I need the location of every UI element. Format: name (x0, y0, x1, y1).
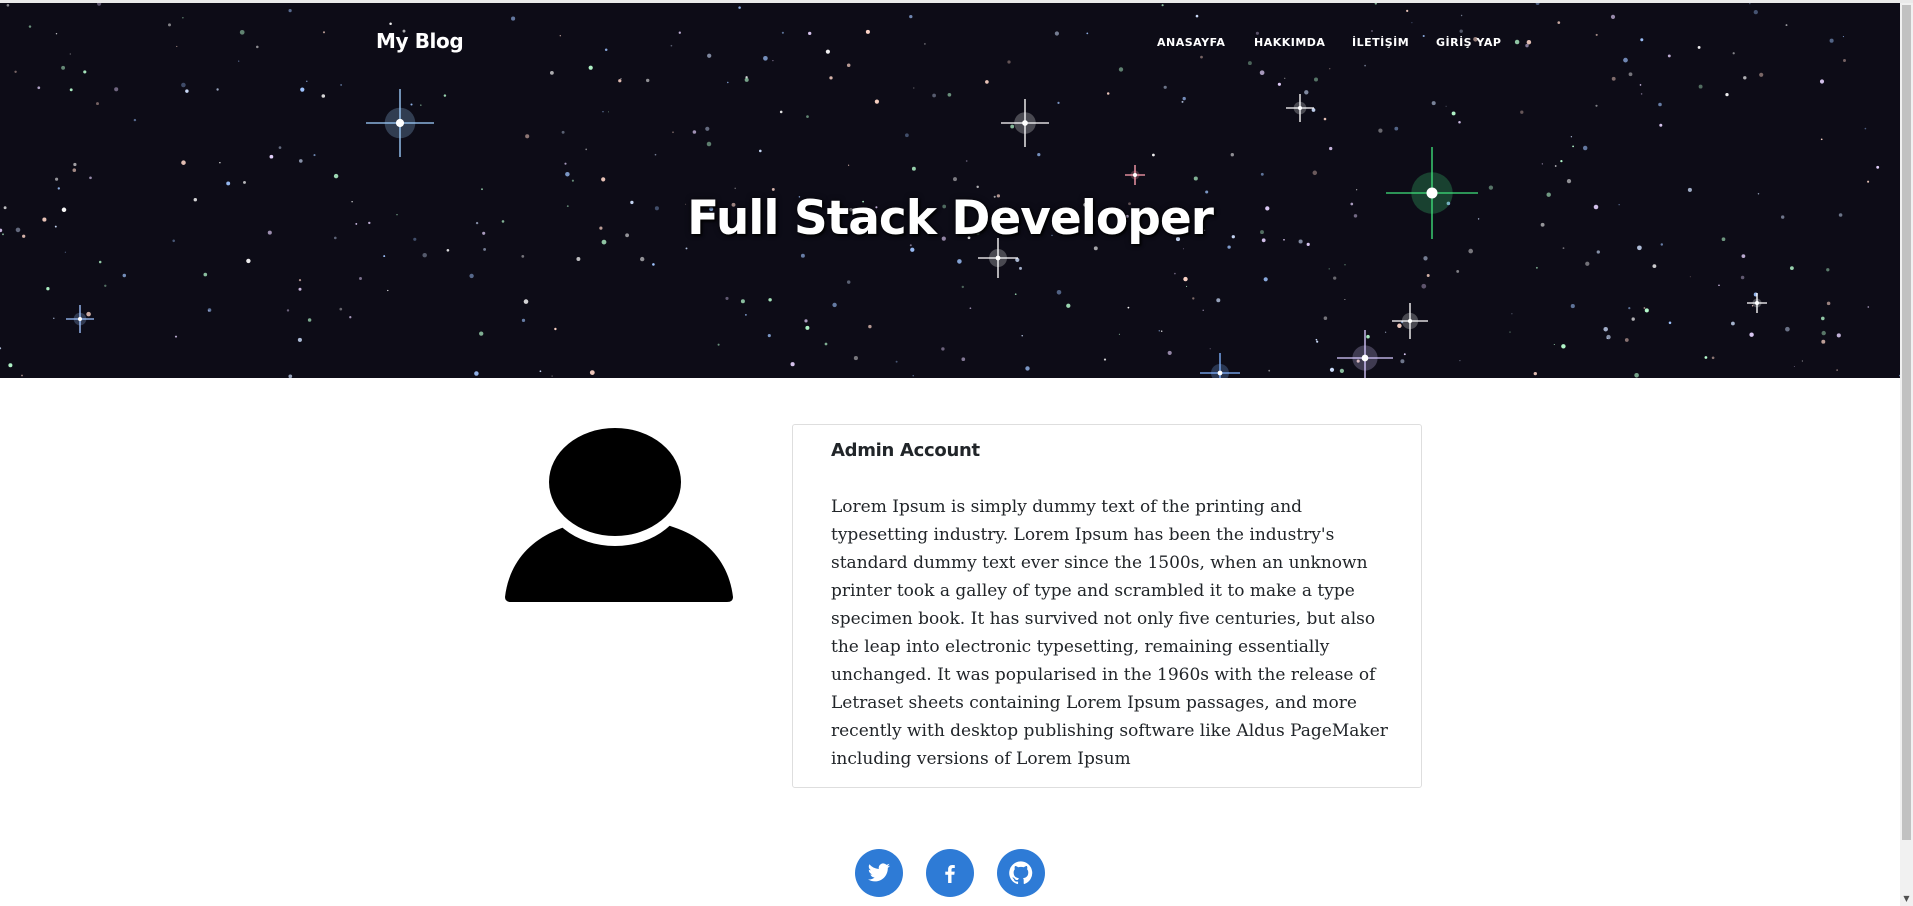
twitter-icon (868, 863, 890, 882)
brand-link[interactable]: My Blog (376, 29, 464, 53)
scrollbar-thumb[interactable] (1902, 5, 1911, 840)
github-button[interactable] (997, 849, 1045, 897)
vertical-scrollbar[interactable]: ▼ (1900, 3, 1913, 906)
nav-link-anasayfa[interactable]: ANASAYFA (1157, 36, 1225, 49)
hero-header: My Blog ANASAYFA HAKKIMDA İLETİŞİM GİRİŞ… (0, 3, 1900, 378)
hero-title: Full Stack Developer (687, 191, 1214, 246)
navbar: My Blog ANASAYFA HAKKIMDA İLETİŞİM GİRİŞ… (0, 3, 1900, 83)
page: My Blog ANASAYFA HAKKIMDA İLETİŞİM GİRİŞ… (0, 0, 1900, 906)
nav-link-giris-yap[interactable]: GİRİŞ YAP (1436, 36, 1501, 49)
card-text: Lorem Ipsum is simply dummy text of the … (831, 497, 1388, 769)
github-icon (1009, 861, 1033, 885)
facebook-button[interactable] (926, 849, 974, 897)
facebook-icon (945, 864, 955, 883)
nav-link-iletisim[interactable]: İLETİŞİM (1352, 36, 1409, 49)
window-top-strip (0, 0, 1913, 3)
nav-link-hakkimda[interactable]: HAKKIMDA (1254, 36, 1325, 49)
card-title: Admin Account (831, 440, 980, 461)
twitter-button[interactable] (855, 849, 903, 897)
user-silhouette-icon (503, 427, 735, 607)
scroll-down-arrow-icon[interactable]: ▼ (1901, 893, 1912, 905)
profile-card: Admin Account Lorem Ipsum is simply dumm… (792, 424, 1422, 788)
